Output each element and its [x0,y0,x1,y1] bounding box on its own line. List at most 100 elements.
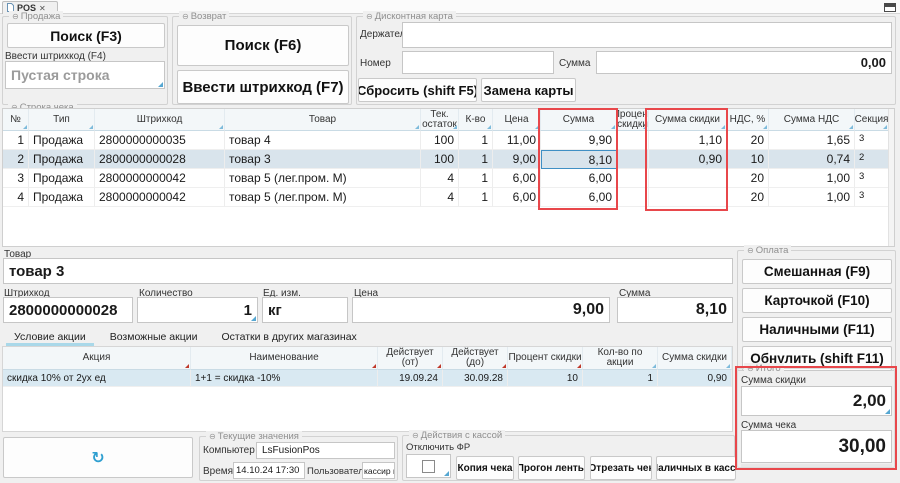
col-header[interactable]: НДС, % [727,109,769,131]
discount-card-panel-label: ⊖ Дисконтная карта [363,11,456,22]
sale-search-button[interactable]: Поиск (F3) [7,23,165,48]
number-input[interactable] [402,51,554,74]
cut-receipt-button[interactable]: Отрезать чек [590,456,652,480]
total-sum-value[interactable]: 30,00 [741,430,892,463]
collapse-icon[interactable]: ⊖ [747,364,754,373]
col-header[interactable]: Процент скидки [617,109,649,131]
payment-card-button[interactable]: Карточкой (F10) [742,288,892,313]
tab-promo-conditions[interactable]: Условие акции [2,329,98,346]
col-header[interactable]: Действует (от) [378,347,443,370]
col-header[interactable]: Сумма [541,109,617,131]
col-header[interactable]: Сумма скидки [658,347,732,370]
cell: 6,00 [493,188,541,207]
col-header[interactable]: Штрихкод [95,109,225,131]
cash-in-drawer-button[interactable]: Наличных в кассе [656,456,736,480]
return-panel-label: ⊖ Возврат [179,11,229,22]
receipt-header-row: № Тип Штрихкод Товар Тек. остаток К-во Ц… [3,109,889,131]
cash-actions-panel: ⊖ Действия с кассой Отключить ФР Копия ч… [402,435,735,481]
cell: 3 [3,169,29,188]
user-label: Пользователь [307,466,369,477]
computer-field[interactable]: LsFusionPos [256,442,395,459]
col-header[interactable]: № [3,109,29,131]
col-header[interactable]: К-во [459,109,493,131]
col-header[interactable]: Цена [493,109,541,131]
time-label: Время [203,466,233,477]
window-icon[interactable] [884,3,896,12]
promo-row[interactable]: скидка 10% от 2ух ед 1+1 = скидка -10% 1… [3,370,732,387]
col-header[interactable]: Процент скидки [508,347,583,370]
cell: 1,00 [769,188,855,207]
collapse-icon[interactable]: ⊖ [209,432,216,441]
card-reset-button[interactable]: Сбросить (shift F5) [358,78,477,102]
col-header[interactable]: Сумма НДС [769,109,855,131]
feed-tape-button[interactable]: Прогон ленты [518,456,585,480]
promo-header-row: Акция Наименование Действует (от) Действ… [3,347,732,370]
card-sum-value[interactable]: 0,00 [596,51,892,74]
payment-mixed-button[interactable]: Смешанная (F9) [742,259,892,284]
cell: 1 [583,370,658,387]
total-panel: ⊖ Итого Сумма скидки 2,00 Сумма чека 30,… [737,368,895,468]
product-unit-field[interactable]: кг [262,297,348,323]
cell: 1 [459,169,493,188]
product-barcode-field[interactable]: 2800000000028 [3,297,133,323]
sale-panel-title: Продажа [21,11,61,22]
cell: 20 [727,188,769,207]
col-header[interactable]: Действует (до) [443,347,508,370]
collapse-icon[interactable]: ⊖ [366,12,373,21]
table-scrollbar[interactable] [888,109,894,246]
cell: 1 [459,188,493,207]
cell [649,169,727,188]
collapse-icon[interactable]: ⊖ [412,431,419,440]
tab-possible-promos[interactable]: Возможные акции [98,329,210,346]
table-row-selected[interactable]: 2 Продажа 2800000000028 товар 3 100 1 9,… [3,150,889,169]
return-barcode-button[interactable]: Ввести штрихкод (F7) [177,70,349,104]
cell: скидка 10% от 2ух ед [3,370,191,387]
col-header[interactable]: Тек. остаток [421,109,459,131]
col-header[interactable]: Сумма скидки [649,109,727,131]
card-replace-button[interactable]: Замена карты [481,78,576,102]
user-field[interactable]: кассир маг 1 [362,462,395,479]
collapse-icon[interactable]: ⊖ [12,12,19,21]
payment-cash-button[interactable]: Наличными (F11) [742,317,892,342]
cell: 10 [727,150,769,169]
total-discount-value[interactable]: 2,00 [741,386,892,416]
product-price-field[interactable]: 9,00 [352,297,610,323]
cell-focused[interactable]: 8,10 [541,150,617,169]
tab-other-stores-stock[interactable]: Остатки в других магазинах [209,329,368,346]
payment-panel-label: ⊖ Оплата [744,245,791,256]
holder-input[interactable] [402,22,892,48]
total-scroll-strip [741,464,892,467]
total-panel-title: Итого [756,363,781,374]
col-header[interactable]: Акция [3,347,191,370]
cash-actions-panel-label: ⊖ Действия с кассой [409,430,505,441]
product-name-field[interactable]: товар 3 [3,258,733,284]
cell: 11,00 [493,131,541,150]
pos-window: POS ✕ ⊖ Продажа Поиск (F3) Ввести штрихк… [0,0,900,483]
sale-barcode-input[interactable]: Пустая строка [5,61,165,89]
table-row[interactable]: 1 Продажа 2800000000035 товар 4 100 1 11… [3,131,889,150]
cell: 3 [855,169,889,188]
collapse-icon[interactable]: ⊖ [182,12,189,21]
cell: 3 [855,131,889,150]
cell: 6,00 [493,169,541,188]
disable-fr-checkbox[interactable] [422,460,435,473]
cell: 4 [421,188,459,207]
disable-fr-label: Отключить ФР [406,442,470,453]
time-field[interactable]: 14.10.24 17:30 [233,462,305,479]
col-header[interactable]: Тип [29,109,95,131]
col-header[interactable]: Наименование [191,347,378,370]
col-header[interactable]: Секция [855,109,889,131]
table-row[interactable]: 4 Продажа 2800000000042 товар 5 (лег.про… [3,188,889,207]
cell: 0,90 [649,150,727,169]
receipt-copy-button[interactable]: Копия чека [456,456,514,480]
product-sum-field[interactable]: 8,10 [617,297,733,323]
table-row[interactable]: 3 Продажа 2800000000042 товар 5 (лег.про… [3,169,889,188]
product-qty-field[interactable]: 1 [137,297,258,323]
collapse-icon[interactable]: ⊖ [747,246,754,255]
return-search-button[interactable]: Поиск (F6) [177,25,349,66]
cell: 2800000000028 [95,150,225,169]
receipt-table: № Тип Штрихкод Товар Тек. остаток К-во Ц… [2,108,895,247]
col-header[interactable]: Кол-во по акции [583,347,658,370]
col-header[interactable]: Товар [225,109,421,131]
refresh-button[interactable]: ↻ [3,437,193,478]
